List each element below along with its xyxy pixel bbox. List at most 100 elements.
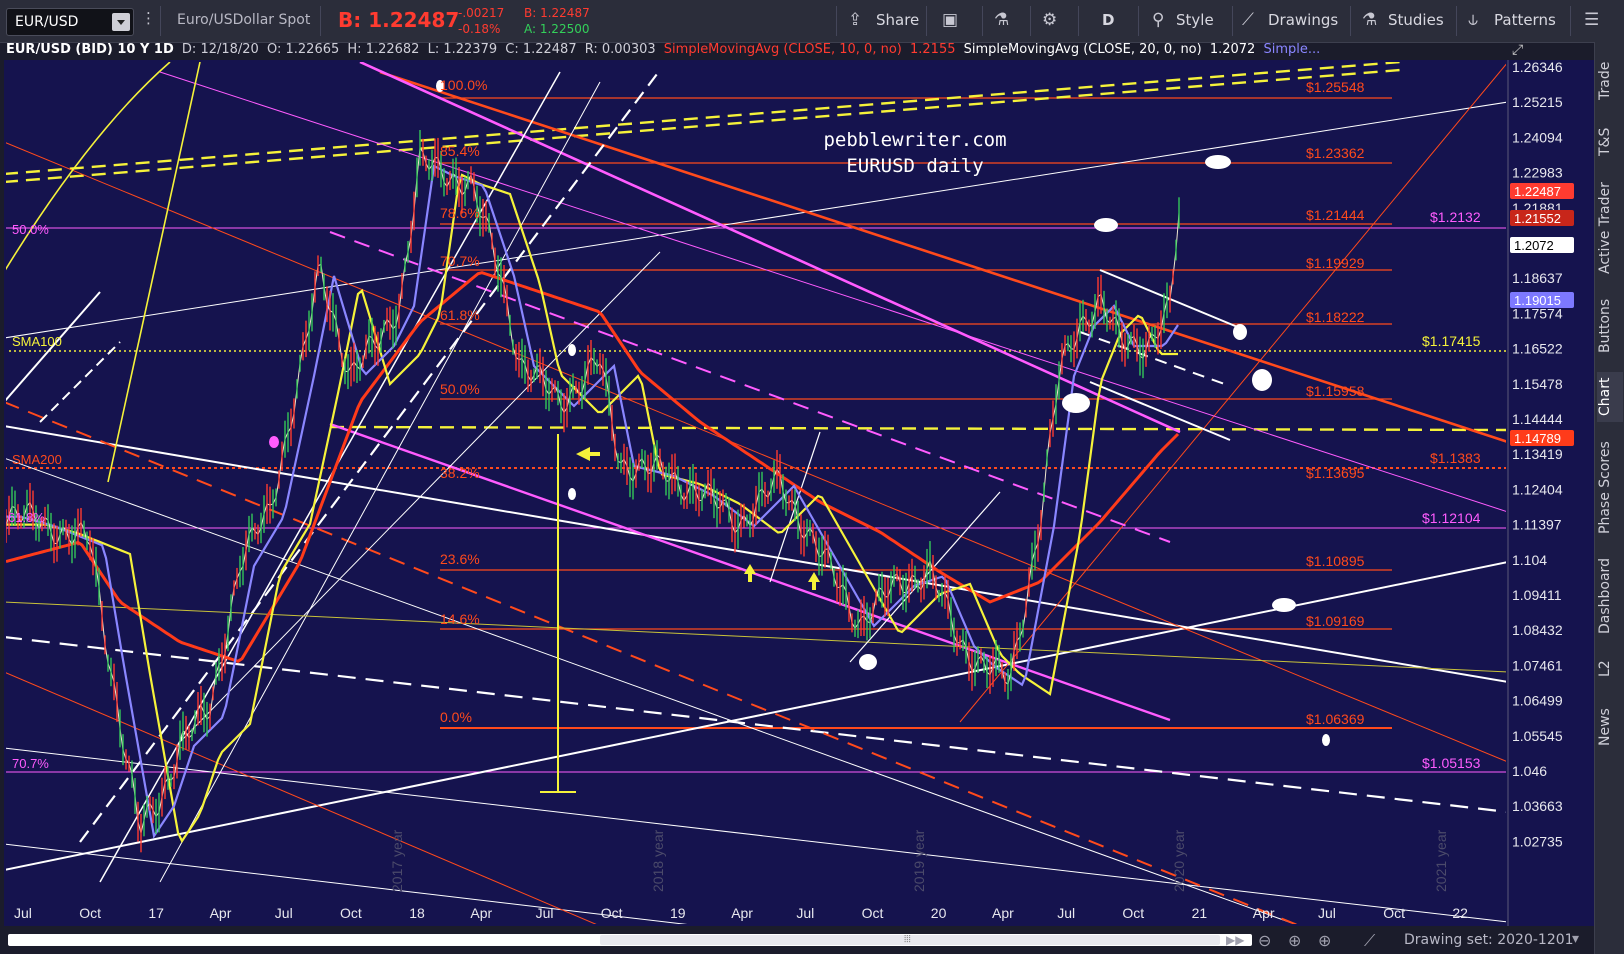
year-mark: 2021 year xyxy=(1433,829,1449,892)
sma100-label: SMA100 xyxy=(12,334,62,349)
legend-range: R: 0.00303 xyxy=(584,42,656,57)
fib-price: $1.15958 xyxy=(1306,383,1365,399)
left-seventy-label: 70.7% xyxy=(12,756,49,771)
time-tick: Oct xyxy=(1122,905,1144,921)
symbol-text: EUR/USD xyxy=(15,14,79,30)
scroll-right-end-icon[interactable]: ▶▶ xyxy=(1226,933,1244,947)
time-tick: 20 xyxy=(931,905,947,921)
change-absolute: -.00217 xyxy=(458,6,505,20)
fib-label: 50.0% xyxy=(440,381,480,397)
legend-open: O: 1.22665 xyxy=(266,42,340,57)
fib-price: $1.06369 xyxy=(1306,711,1365,727)
fib-price: $1.21444 xyxy=(1306,207,1365,223)
watermark-line2: EURUSD daily xyxy=(846,155,983,177)
ask-small: A: 1.22500 xyxy=(524,22,590,36)
price-tick: 1.104 xyxy=(1512,552,1547,568)
time-tick: Apr xyxy=(210,905,232,921)
time-tick: Apr xyxy=(992,905,1014,921)
sidebar-tab-buttons[interactable]: Buttons xyxy=(1597,294,1623,358)
time-tick: Apr xyxy=(470,905,492,921)
gear-icon[interactable]: ⚙ xyxy=(1042,10,1057,30)
drawing-set-label[interactable]: Drawing set: 2020-1201 xyxy=(1404,932,1574,948)
legend-high: H: 1.22682 xyxy=(347,42,420,57)
divider xyxy=(1232,6,1233,36)
time-tick: Jul xyxy=(14,905,32,921)
chevron-down-icon[interactable]: ▾ xyxy=(1572,931,1579,947)
style-button[interactable]: Style xyxy=(1176,11,1214,29)
right-label-r5: $1.05153 xyxy=(1422,755,1481,771)
legend-low: L: 1.22379 xyxy=(427,42,498,57)
legend-sma10-val: 1.2155 xyxy=(910,42,956,57)
right-label-r2: $1.17415 xyxy=(1422,333,1481,349)
legend-sma20-val: 1.2072 xyxy=(1209,42,1256,57)
right-sidebar: Trade T&S Active Trader Buttons Chart Ph… xyxy=(1594,42,1624,954)
sidebar-tab-l2[interactable]: L2 xyxy=(1597,654,1623,684)
expand-icon[interactable]: ⤢ xyxy=(1512,42,1523,58)
chart-area[interactable]: pebblewriter.com EURUSD daily 100.0% 85.4… xyxy=(0,42,1594,954)
price-tick: 1.08432 xyxy=(1512,622,1563,638)
drawing-tool-icon[interactable]: ⟋ xyxy=(1364,931,1375,951)
sidebar-tab-ts[interactable]: T&S xyxy=(1597,122,1623,162)
price-tick: 1.26346 xyxy=(1512,59,1563,75)
patterns-button[interactable]: Patterns xyxy=(1494,11,1556,29)
share-icon[interactable]: ⇪ xyxy=(848,10,862,30)
sidebar-tab-news[interactable]: News xyxy=(1597,702,1623,752)
time-tick: Oct xyxy=(601,905,623,921)
instrument-description: Euro/USDollar Spot xyxy=(177,12,311,28)
price-chart[interactable]: pebblewriter.com EURUSD daily 100.0% 85.4… xyxy=(0,42,1594,926)
price-tick: 1.13419 xyxy=(1512,446,1563,462)
scroll-grip-icon[interactable]: ⦙⦙⦙ xyxy=(904,934,911,945)
link-icon[interactable]: ⋮ xyxy=(141,9,156,27)
right-label-r4: $1.12104 xyxy=(1422,510,1481,526)
fib-price: $1.09169 xyxy=(1306,613,1365,629)
fib-price: $1.18222 xyxy=(1306,309,1365,325)
chevron-down-icon[interactable] xyxy=(112,13,130,31)
time-tick: Oct xyxy=(340,905,362,921)
sma20-badge-text: 1.2072 xyxy=(1514,238,1554,253)
legend-sma10: SimpleMovingAvg (CLOSE, 10, 0, no) xyxy=(663,42,902,57)
year-mark: 2019 year xyxy=(911,829,927,892)
patterns-icon[interactable]: ⫝ xyxy=(1468,10,1478,30)
price-tick: 1.25215 xyxy=(1512,94,1563,110)
fib-label: 38.2% xyxy=(440,465,480,481)
menu-icon[interactable]: ☰ xyxy=(1584,10,1599,30)
last-price-text: 1.22487 xyxy=(1514,184,1561,199)
fib-price: $1.23362 xyxy=(1306,145,1365,161)
fib-label: 100.0% xyxy=(440,77,487,93)
left-fifty-label: 50.0% xyxy=(12,222,49,237)
drawings-icon[interactable]: ⟋ xyxy=(1242,10,1254,30)
divider xyxy=(1570,6,1571,36)
divider xyxy=(160,6,161,36)
sidebar-tab-chart[interactable]: Chart xyxy=(1597,372,1623,422)
sidebar-tab-phase-scores[interactable]: Phase Scores xyxy=(1597,438,1623,538)
crosshair-icon[interactable]: ⊕ xyxy=(1288,931,1301,950)
price-tick: 1.15478 xyxy=(1512,376,1563,392)
studies-button[interactable]: Studies xyxy=(1388,11,1444,29)
studies-icon[interactable]: ⚗ xyxy=(1362,10,1377,30)
zoom-in-icon[interactable]: ⊕ xyxy=(1318,931,1331,950)
flask-icon[interactable]: ⚗ xyxy=(994,10,1009,30)
legend-more[interactable]: Simple... xyxy=(1263,42,1320,57)
watermark-line1: pebblewriter.com xyxy=(823,129,1006,151)
share-button[interactable]: Share xyxy=(876,11,919,29)
time-tick: Oct xyxy=(862,905,884,921)
zoom-out-icon[interactable]: ⊖ xyxy=(1258,931,1271,950)
fib-label: 23.6% xyxy=(440,551,480,567)
style-icon[interactable]: ⚲ xyxy=(1152,10,1164,30)
fib-label: 78.6% xyxy=(440,205,480,221)
top-toolbar: EUR/USD ⋮ Euro/USDollar Spot B: 1.22487 … xyxy=(0,0,1624,43)
price-tick: 1.02735 xyxy=(1512,833,1563,849)
right-label-r3: $1.1383 xyxy=(1430,450,1481,466)
symbol-selector[interactable]: EUR/USD xyxy=(6,8,134,36)
time-tick: 19 xyxy=(670,905,686,921)
sidebar-tab-dashboard[interactable]: Dashboard xyxy=(1597,554,1623,638)
time-tick: Oct xyxy=(79,905,101,921)
fib-label: 70.7% xyxy=(440,253,480,269)
snapshot-icon[interactable]: ▣ xyxy=(942,10,958,30)
period-button[interactable]: D xyxy=(1102,11,1114,29)
drawings-button[interactable]: Drawings xyxy=(1268,11,1338,29)
divider xyxy=(1456,6,1457,36)
sidebar-tab-active-trader[interactable]: Active Trader xyxy=(1597,178,1623,278)
time-tick: Jul xyxy=(536,905,554,921)
sidebar-tab-trade[interactable]: Trade xyxy=(1597,56,1623,106)
